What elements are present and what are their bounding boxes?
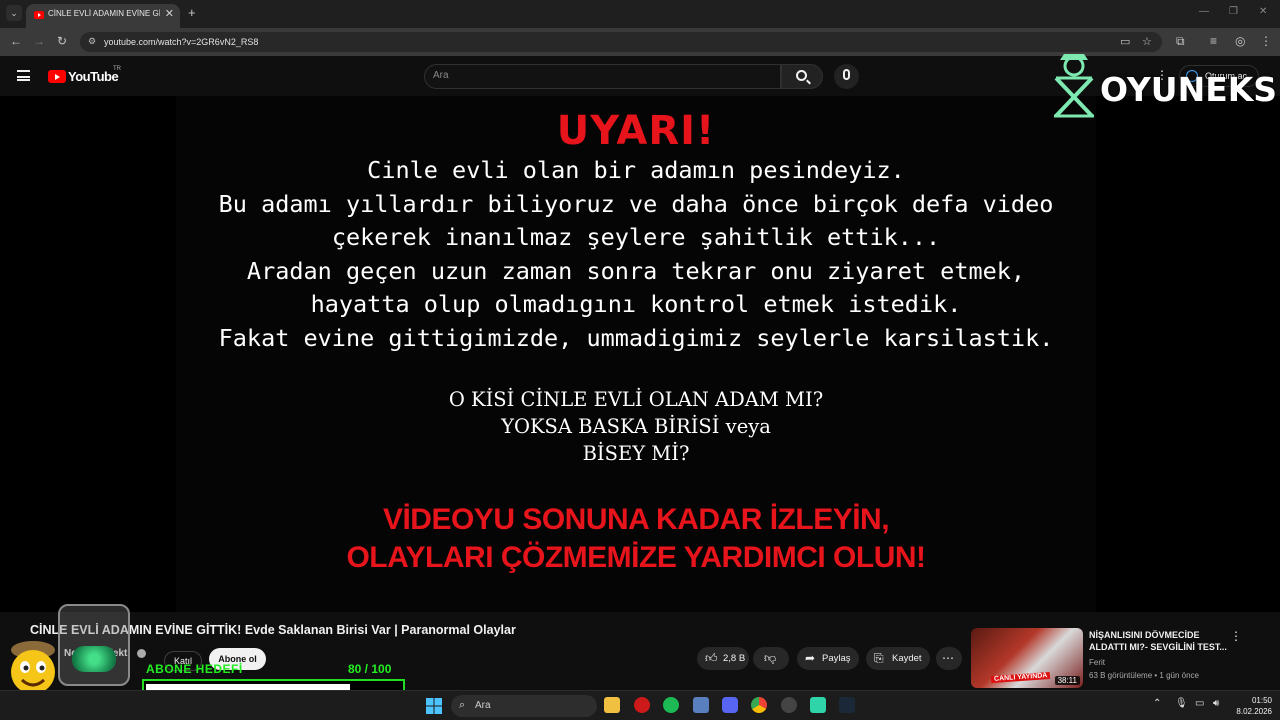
share-label: Paylaş bbox=[822, 653, 851, 664]
dislike-button[interactable]: 👎︎ bbox=[753, 647, 789, 670]
region-code: TR bbox=[113, 66, 121, 72]
profile-icon[interactable]: ◎ bbox=[1235, 34, 1245, 48]
coin-jar-icon bbox=[58, 604, 130, 686]
tab-title: CİNLE EVLİ ADAMIN EVİNE GİTTİK! bbox=[48, 9, 160, 18]
video-duration: 38:11 bbox=[1054, 676, 1080, 685]
youtube-logo-icon[interactable] bbox=[48, 70, 66, 83]
warning-line: hayatta olup olmadıgını kontrol etmek is… bbox=[310, 290, 962, 319]
clock-date: 8.02.2026 bbox=[1236, 707, 1272, 716]
youtube-logo-text[interactable]: YouTube bbox=[68, 69, 119, 84]
back-icon[interactable]: ← bbox=[10, 34, 22, 48]
taskbar-search-icon: ⌕ bbox=[459, 699, 466, 711]
address-bar[interactable]: ⚙ youtube.com/watch?v=2GR6vN2_RS8 ▭ ☆ bbox=[80, 32, 1162, 52]
new-tab-icon[interactable]: + bbox=[188, 5, 196, 20]
warning-line: Fakat evine gittigimizde, ummadigimiz se… bbox=[218, 323, 1054, 352]
clock-time: 01:50 bbox=[1251, 696, 1272, 705]
share-button[interactable]: ➦ Paylaş bbox=[797, 647, 859, 670]
cast-icon[interactable]: ▭ bbox=[1120, 35, 1130, 48]
cta-line: OLAYLARI ÇÖZMEMİZE YARDIMCI OLUN! bbox=[346, 541, 926, 574]
discord-icon[interactable] bbox=[722, 697, 738, 713]
oyuneks-brand-text: OYUNEKS bbox=[1100, 70, 1278, 109]
thumbs-up-icon: 👍︎ bbox=[705, 651, 718, 665]
taskbar-search-placeholder: Ara bbox=[475, 700, 491, 711]
opera-icon[interactable] bbox=[634, 697, 650, 713]
tray-chevron-icon[interactable]: ⌃ bbox=[1153, 698, 1161, 709]
tab-search-menu-icon[interactable]: ⌄ bbox=[6, 5, 22, 21]
mascot-icon bbox=[1054, 54, 1094, 118]
oyuneks-overlay-logo: OYUNEKS bbox=[1044, 48, 1280, 122]
recommended-channel[interactable]: Ferit bbox=[1089, 658, 1105, 667]
save-label: Kaydet bbox=[892, 653, 922, 664]
cta-line: VİDEOYU SONUNA KADAR İZLEYİN, bbox=[382, 503, 890, 536]
browser-tab-bar: ⌄ CİNLE EVLİ ADAMIN EVİNE GİTTİK! ✕ + — … bbox=[0, 0, 1280, 28]
system-clock[interactable]: 01:50 8.02.2026 bbox=[1232, 695, 1272, 717]
recommended-meta: 63 B görüntüleme • 1 gün önce bbox=[1089, 671, 1199, 680]
extensions-icon[interactable]: ⧉ bbox=[1176, 34, 1185, 49]
recommended-thumbnail[interactable]: CANLI YAYINDA 38:11 bbox=[971, 628, 1083, 688]
call-to-action-text: VİDEOYU SONUNA KADAR İZLEYİN, OLAYLARI Ç… bbox=[0, 501, 1272, 577]
search-box[interactable] bbox=[424, 64, 781, 89]
settings-icon[interactable] bbox=[781, 697, 797, 713]
reload-icon[interactable]: ↻ bbox=[57, 34, 67, 48]
question-line: BİSEY Mİ? bbox=[582, 442, 690, 465]
bookmark-star-icon[interactable]: ☆ bbox=[1142, 35, 1152, 48]
tray-volume-icon[interactable]: 🔊︎ bbox=[1213, 698, 1219, 709]
video-player[interactable]: UYARI! Cinle evli olan bir adamın pesind… bbox=[0, 96, 1280, 691]
search-icon bbox=[796, 70, 807, 81]
search-input[interactable] bbox=[433, 70, 763, 81]
steam-icon[interactable] bbox=[839, 697, 855, 713]
warning-line: çekerek inanılmaz şeylere şahitlik ettik… bbox=[331, 223, 941, 252]
bookmark-icon: ⎘ bbox=[874, 651, 884, 665]
search-button[interactable] bbox=[781, 64, 823, 89]
tab-close-icon[interactable]: ✕ bbox=[165, 7, 174, 20]
forward-icon[interactable]: → bbox=[33, 34, 45, 48]
subscriber-goal-label: ABONE HEDEFİ bbox=[146, 662, 243, 676]
youtube-favicon-icon bbox=[34, 11, 44, 19]
recommended-title[interactable]: NİŞANLISINI DÖVMECİDE ALDATTI MI?- SEVGİ… bbox=[1089, 629, 1229, 653]
warning-line: Cinle evli olan bir adamın pesindeyiz. bbox=[367, 156, 905, 184]
maximize-icon[interactable]: ❐ bbox=[1229, 6, 1238, 17]
share-icon: ➦ bbox=[805, 651, 816, 665]
browser-tab[interactable]: CİNLE EVLİ ADAMIN EVİNE GİTTİK! ✕ bbox=[26, 4, 180, 28]
app-icon[interactable] bbox=[693, 697, 709, 713]
thumbs-down-icon: 👎︎ bbox=[764, 651, 777, 665]
hamburger-menu-icon[interactable] bbox=[17, 70, 30, 81]
browser-menu-icon[interactable]: ⋮ bbox=[1260, 34, 1272, 48]
site-info-icon[interactable]: ⚙ bbox=[88, 36, 96, 47]
question-line: O KİSİ CİNLE EVLİ OLAN ADAM MI? bbox=[448, 388, 824, 411]
recommended-more-icon[interactable]: ⋮ bbox=[1230, 629, 1242, 643]
more-horizontal-icon: ⋯ bbox=[942, 651, 954, 665]
taskbar-search[interactable]: ⌕ Ara bbox=[451, 695, 597, 717]
warning-line: Bu adamı yıllardır biliyoruz ve daha önc… bbox=[218, 189, 1054, 218]
like-count: 2,8 B bbox=[723, 653, 746, 664]
spotify-icon[interactable] bbox=[663, 697, 679, 713]
microphone-icon bbox=[843, 69, 850, 80]
save-button[interactable]: ⎘ Kaydet bbox=[866, 647, 930, 670]
tray-network-icon[interactable]: ▭ bbox=[1195, 698, 1204, 709]
windows-taskbar: ⌕ Ara ⌃ 🎙︎ ▭ 🔊︎ 01:50 8.02.2026 bbox=[0, 690, 1280, 720]
verified-icon bbox=[137, 649, 146, 658]
subscriber-goal-count: 80 / 100 bbox=[348, 662, 392, 676]
file-explorer-icon[interactable] bbox=[604, 697, 620, 713]
windows-start-icon[interactable] bbox=[426, 698, 442, 714]
tray-mic-icon[interactable]: 🎙︎ bbox=[1175, 698, 1188, 709]
minimize-icon[interactable]: — bbox=[1199, 6, 1209, 17]
live-badge: CANLI YAYINDA bbox=[990, 671, 1051, 684]
more-actions-button[interactable]: ⋯ bbox=[936, 647, 962, 670]
chrome-icon[interactable] bbox=[751, 697, 767, 713]
question-line: YOKSA BASKA BİRİSİ veya bbox=[501, 415, 771, 438]
url-text: youtube.com/watch?v=2GR6vN2_RS8 bbox=[104, 37, 259, 47]
voice-search-button[interactable] bbox=[834, 64, 859, 89]
warning-text: Cinle evli olan bir adamın pesindeyiz. B… bbox=[0, 154, 1272, 356]
coins-icon bbox=[72, 646, 116, 672]
question-text: O KİSİ CİNLE EVLİ OLAN ADAM MI? YOKSA BA… bbox=[0, 386, 1272, 467]
app-green-icon[interactable] bbox=[810, 697, 826, 713]
warning-line: Aradan geçen uzun zaman sonra tekrar onu… bbox=[246, 256, 1026, 285]
window-close-icon[interactable]: ✕ bbox=[1259, 6, 1267, 17]
media-controls-icon[interactable]: ≡ bbox=[1210, 34, 1217, 48]
like-button[interactable]: 👍︎ 2,8 B bbox=[697, 647, 749, 670]
